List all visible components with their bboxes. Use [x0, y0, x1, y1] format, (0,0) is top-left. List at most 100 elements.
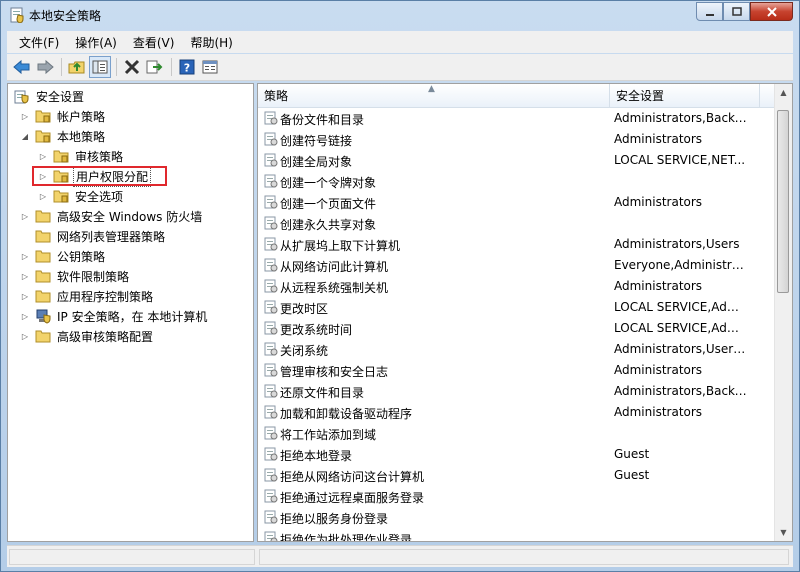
folder-icon — [35, 210, 51, 223]
tree-item-label: 应用程序控制策略 — [57, 289, 154, 304]
policy-item-icon — [264, 174, 278, 188]
policy-name: 创建永久共享对象 — [280, 218, 377, 232]
table-row[interactable]: 拒绝通过远程桌面服务登录 — [258, 486, 776, 507]
folder-icon — [53, 150, 69, 163]
delete-button[interactable] — [121, 56, 143, 78]
tree-item-application-control[interactable]: ▷ 应用程序控制策略 — [20, 286, 155, 306]
expand-arrow-icon[interactable]: ▷ — [20, 212, 30, 221]
scroll-down-arrow-icon[interactable]: ▼ — [775, 524, 792, 541]
table-row[interactable]: 还原文件和目录 Administrators,Backu... — [258, 381, 776, 402]
close-icon — [766, 6, 777, 17]
table-row[interactable]: 从网络访问此计算机 Everyone,Administrat... — [258, 255, 776, 276]
expand-arrow-icon[interactable]: ▷ — [20, 312, 30, 321]
policy-name: 将工作站添加到域 — [280, 428, 377, 442]
policy-name: 拒绝作为批处理作业登录 — [280, 533, 413, 541]
table-row[interactable]: 加载和卸载设备驱动程序 Administrators — [258, 402, 776, 423]
collapse-arrow-icon[interactable]: ◢ — [20, 132, 30, 141]
policy-item-icon — [264, 258, 278, 272]
selection-highlight-box — [32, 166, 167, 186]
tree-item-ip-security[interactable]: ▷ IP 安全策略，在 本地计算机 — [20, 306, 209, 326]
table-row[interactable]: 创建永久共享对象 — [258, 213, 776, 234]
table-row[interactable]: 创建符号链接 Administrators — [258, 129, 776, 150]
column-header-setting[interactable]: 安全设置 — [610, 84, 760, 107]
policy-item-icon — [264, 405, 278, 419]
table-row[interactable]: 从扩展坞上取下计算机 Administrators,Users — [258, 234, 776, 255]
tree-item-account-policies[interactable]: ▷ 帐户策略 — [20, 106, 107, 126]
policy-list-pane[interactable]: 策略 ▲ 安全设置 备份文件和目录 Administrators,Backu...… — [257, 83, 793, 542]
tree-item-audit-policy[interactable]: ▷ 审核策略 — [38, 146, 125, 166]
column-header-label: 策略 — [264, 89, 289, 103]
policy-name: 拒绝以服务身份登录 — [280, 512, 389, 526]
policy-item-icon — [264, 384, 278, 398]
minimize-icon — [705, 13, 714, 16]
table-row[interactable]: 将工作站添加到域 — [258, 423, 776, 444]
policy-setting: Guest — [614, 447, 650, 461]
show-hide-tree-button[interactable] — [89, 56, 111, 78]
minimize-button[interactable] — [696, 2, 723, 21]
title-bar[interactable]: 本地安全策略 — [1, 1, 799, 30]
scroll-up-arrow-icon[interactable]: ▲ — [775, 84, 792, 101]
table-row[interactable]: 拒绝作为批处理作业登录 — [258, 528, 776, 541]
maximize-button[interactable] — [723, 2, 750, 21]
tree-item-label: 公钥策略 — [57, 249, 106, 264]
folder-icon — [35, 230, 51, 243]
menu-action[interactable]: 操作(A) — [67, 34, 125, 51]
policy-setting: Administrators — [614, 405, 703, 419]
policy-item-icon — [264, 195, 278, 209]
table-row[interactable]: 从远程系统强制关机 Administrators — [258, 276, 776, 297]
table-row[interactable]: 拒绝从网络访问这台计算机 Guest — [258, 465, 776, 486]
expand-arrow-icon[interactable]: ▷ — [20, 112, 30, 121]
policy-name: 更改时区 — [280, 302, 329, 316]
vertical-scrollbar[interactable]: ▲ ▼ — [774, 84, 792, 541]
help-button[interactable]: ? — [176, 56, 198, 78]
scrollbar-thumb[interactable] — [777, 110, 789, 293]
expand-arrow-icon[interactable]: ▷ — [20, 272, 30, 281]
expand-arrow-icon[interactable]: ▷ — [20, 332, 30, 341]
table-row[interactable]: 更改系统时间 LOCAL SERVICE,Admi... — [258, 318, 776, 339]
menu-view[interactable]: 查看(V) — [125, 34, 183, 51]
table-row[interactable]: 更改时区 LOCAL SERVICE,Admi... — [258, 297, 776, 318]
policy-item-icon — [264, 216, 278, 230]
tree-item-public-key-policies[interactable]: ▷ 公钥策略 — [20, 246, 107, 266]
menu-help[interactable]: 帮助(H) — [182, 34, 240, 51]
policy-name: 从扩展坞上取下计算机 — [280, 239, 401, 253]
expand-arrow-icon[interactable]: ▷ — [20, 252, 30, 261]
properties-button[interactable] — [199, 56, 221, 78]
back-button[interactable] — [11, 56, 33, 78]
expand-arrow-icon[interactable]: ▷ — [38, 192, 48, 201]
tree-pane[interactable]: 安全设置 ▷ 帐户策略 ◢ 本地策略 ▷ 审核策略 ▷ 用户权限分配 ▷ 安全选… — [7, 83, 254, 542]
table-row[interactable]: 管理审核和安全日志 Administrators — [258, 360, 776, 381]
tree-item-network-list-manager[interactable]: 网络列表管理器策略 — [20, 226, 167, 246]
policy-name: 备份文件和目录 — [280, 113, 365, 127]
policy-item-icon — [264, 279, 278, 293]
expand-arrow-icon[interactable]: ▷ — [20, 292, 30, 301]
column-header-policy[interactable]: 策略 ▲ — [258, 84, 610, 107]
tree-item-security-options[interactable]: ▷ 安全选项 — [38, 186, 125, 206]
table-row[interactable]: 备份文件和目录 Administrators,Backu... — [258, 108, 776, 129]
tree-item-security-settings[interactable]: 安全设置 — [14, 86, 86, 106]
toolbar-separator — [171, 58, 172, 76]
tree-item-software-restriction[interactable]: ▷ 软件限制策略 — [20, 266, 131, 286]
menu-file[interactable]: 文件(F) — [11, 34, 67, 51]
forward-button[interactable] — [34, 56, 56, 78]
menu-bar: 文件(F) 操作(A) 查看(V) 帮助(H) — [7, 31, 793, 53]
policy-item-icon — [264, 153, 278, 167]
table-row[interactable]: 创建一个页面文件 Administrators — [258, 192, 776, 213]
close-button[interactable] — [750, 2, 793, 21]
security-settings-icon — [14, 90, 29, 104]
tree-item-windows-firewall[interactable]: ▷ 高级安全 Windows 防火墙 — [20, 206, 204, 226]
tree-item-advanced-audit[interactable]: ▷ 高级审核策略配置 — [20, 326, 155, 346]
policy-item-icon — [264, 426, 278, 440]
table-row[interactable]: 拒绝本地登录 Guest — [258, 444, 776, 465]
policy-setting: Administrators,Backu... — [614, 384, 750, 398]
table-row[interactable]: 创建一个令牌对象 — [258, 171, 776, 192]
local-security-policy-icon — [10, 7, 24, 23]
tree-item-local-policies[interactable]: ◢ 本地策略 — [20, 126, 107, 146]
table-row[interactable]: 创建全局对象 LOCAL SERVICE,NET... — [258, 150, 776, 171]
export-list-button[interactable] — [144, 56, 166, 78]
up-one-level-button[interactable] — [66, 56, 88, 78]
tree-item-label: 软件限制策略 — [57, 269, 130, 284]
expand-arrow-icon[interactable]: ▷ — [38, 152, 48, 161]
table-row[interactable]: 拒绝以服务身份登录 — [258, 507, 776, 528]
table-row[interactable]: 关闭系统 Administrators,Users,... — [258, 339, 776, 360]
